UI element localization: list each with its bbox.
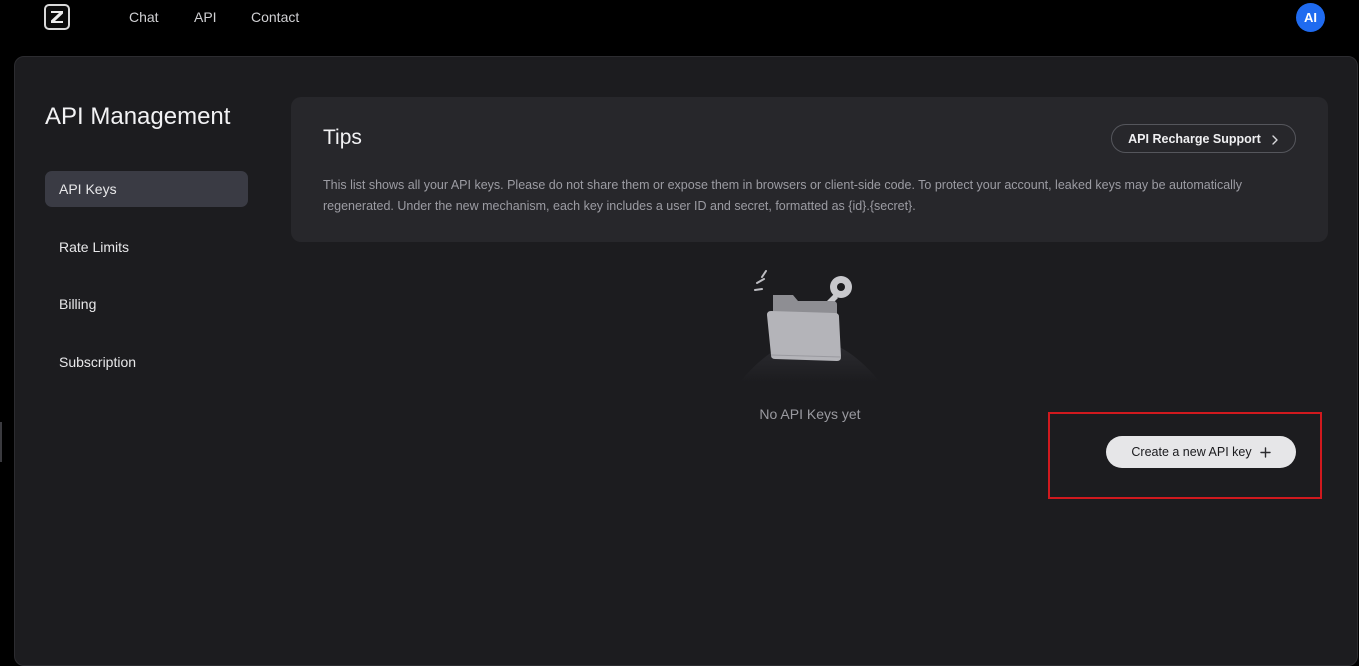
empty-state-text: No API Keys yet (759, 406, 861, 422)
top-navigation: Chat API Contact AI (0, 0, 1359, 52)
tips-description: This list shows all your API keys. Pleas… (323, 178, 1242, 213)
api-recharge-support-button[interactable]: API Recharge Support (1111, 124, 1296, 153)
plus-icon (1259, 446, 1271, 458)
sidebar-item-label: API Keys (59, 181, 117, 197)
recharge-button-label: API Recharge Support (1128, 131, 1261, 146)
page-title: API Management (45, 103, 231, 130)
window-edge-handle (0, 422, 2, 462)
sidebar-item-api-keys[interactable]: API Keys (45, 171, 248, 207)
nav-link-chat[interactable]: Chat (129, 9, 159, 25)
chevron-right-icon (1271, 134, 1279, 145)
nav-link-contact[interactable]: Contact (251, 9, 299, 25)
sidebar-item-rate-limits[interactable]: Rate Limits (45, 229, 248, 265)
sidebar-item-label: Rate Limits (59, 239, 130, 255)
tips-title: Tips (323, 126, 362, 149)
user-avatar[interactable]: AI (1296, 3, 1325, 32)
main-panel: API Management API Keys Rate Limits Bill… (14, 56, 1358, 666)
create-button-label: Create a new API key (1131, 445, 1252, 459)
sidebar-item-subscription[interactable]: Subscription (45, 344, 248, 380)
nav-link-api[interactable]: API (194, 9, 217, 25)
create-api-key-button[interactable]: Create a new API key (1106, 436, 1296, 468)
sidebar-item-label: Billing (59, 296, 97, 312)
sidebar-item-label: Subscription (59, 354, 137, 370)
folder-key-icon (735, 267, 885, 387)
z-logo-icon[interactable] (44, 4, 70, 30)
tips-card: Tips API Recharge Support This list show… (291, 97, 1328, 242)
sidebar-item-billing[interactable]: Billing (45, 286, 248, 322)
